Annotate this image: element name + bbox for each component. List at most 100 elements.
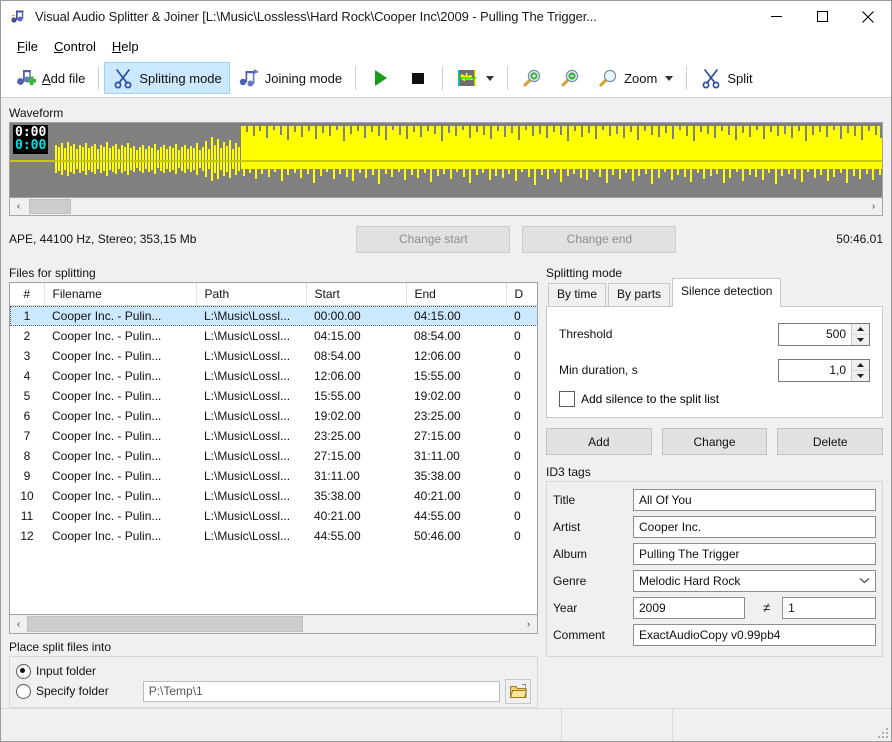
- threshold-value[interactable]: 500: [779, 324, 851, 345]
- add-silence-row[interactable]: Add silence to the split list: [559, 391, 870, 407]
- cell-start: 23:25.00: [314, 429, 361, 443]
- zoom-label: Zoom: [624, 70, 658, 86]
- id3-comment-input[interactable]: ExactAudioCopy v0.99pb4: [633, 623, 876, 646]
- stop-button[interactable]: [399, 62, 437, 94]
- threshold-spinner[interactable]: 500: [778, 322, 870, 346]
- table-row[interactable]: 7 Cooper Inc. - Pulin... L:\Music\Lossl...…: [10, 426, 537, 446]
- waveform-scrollbar[interactable]: ‹ ›: [9, 198, 883, 216]
- menu-control[interactable]: Control: [46, 36, 104, 57]
- files-scrollbar[interactable]: ‹ ›: [9, 615, 538, 634]
- table-row[interactable]: 6 Cooper Inc. - Pulin... L:\Music\Lossl...…: [10, 406, 537, 426]
- input-folder-option[interactable]: Input folder: [16, 661, 531, 681]
- min-duration-spin-up[interactable]: [852, 359, 869, 371]
- table-row[interactable]: 5 Cooper Inc. - Pulin... L:\Music\Lossl...…: [10, 386, 537, 406]
- menu-file-label: ile: [24, 38, 38, 54]
- split-button[interactable]: Split: [692, 62, 760, 94]
- change-start-button[interactable]: Change start: [356, 225, 511, 253]
- add-button[interactable]: Add: [546, 428, 652, 455]
- cell-filename: Cooper Inc. - Pulin...: [44, 305, 196, 326]
- cell-start: 12:06.00: [314, 369, 361, 383]
- table-row[interactable]: 11 Cooper Inc. - Pulin... L:\Music\Lossl..…: [10, 506, 537, 526]
- column-header-path[interactable]: Path: [196, 283, 307, 306]
- toolbar: Add file Splitting mode Joining mode Zoo…: [1, 59, 891, 98]
- id3-album-input[interactable]: Pulling The Trigger: [633, 542, 876, 565]
- tab-silence-detection[interactable]: Silence detection: [672, 278, 782, 307]
- input-folder-radio[interactable]: [16, 663, 31, 679]
- minimize-button[interactable]: [753, 1, 799, 32]
- delete-button[interactable]: Delete: [777, 428, 884, 455]
- id3-year-input[interactable]: 2009: [633, 596, 745, 619]
- waveform-scroll-thumb[interactable]: [29, 199, 71, 214]
- column-header-end[interactable]: End: [406, 283, 507, 306]
- waveform-display[interactable]: 0:00 0:00: [9, 122, 883, 198]
- files-scroll-left-arrow[interactable]: ‹: [10, 615, 27, 633]
- id3-title-input[interactable]: All Of You: [633, 488, 876, 511]
- content-area: Waveform 0:00 0:00 ‹ › APE, 44100 Hz, St…: [1, 98, 891, 708]
- browse-folder-button[interactable]: [505, 678, 531, 704]
- table-row[interactable]: 4 Cooper Inc. - Pulin... L:\Music\Lossl...…: [10, 366, 537, 386]
- waveform-scroll-track[interactable]: [27, 198, 865, 215]
- folder-path-input[interactable]: P:\Temp\1: [142, 680, 500, 702]
- waveform-view-button[interactable]: [448, 62, 502, 94]
- waveform-view-dropdown-caret[interactable]: [486, 75, 495, 81]
- menu-file[interactable]: File: [9, 36, 46, 57]
- cell-duration: 0: [514, 429, 521, 443]
- chevron-down-icon[interactable]: [859, 575, 870, 587]
- maximize-button[interactable]: [799, 1, 845, 32]
- table-row[interactable]: 3 Cooper Inc. - Pulin... L:\Music\Lossl...…: [10, 346, 537, 366]
- id3-artist-input[interactable]: Cooper Inc.: [633, 515, 876, 538]
- table-row[interactable]: 12 Cooper Inc. - Pulin... L:\Music\Lossl..…: [10, 526, 537, 546]
- threshold-spin-buttons: [851, 323, 869, 345]
- waveform-scroll-left-arrow[interactable]: ‹: [10, 198, 27, 215]
- joining-mode-icon: [238, 67, 260, 89]
- cell-end: 27:15.00: [414, 429, 461, 443]
- column-header-number[interactable]: #: [10, 283, 45, 306]
- specify-folder-radio[interactable]: [16, 683, 31, 699]
- menu-help[interactable]: Help: [104, 36, 147, 57]
- add-file-button[interactable]: Add file: [7, 62, 93, 94]
- menu-control-label: ontrol: [63, 38, 96, 54]
- zoom-out-button[interactable]: [551, 62, 589, 94]
- column-header-duration[interactable]: D: [506, 283, 537, 306]
- cell-filename: Cooper Inc. - Pulin...: [52, 389, 162, 403]
- zoom-in-icon: [521, 67, 543, 89]
- zoom-button[interactable]: Zoom: [589, 62, 681, 94]
- column-header-filename[interactable]: Filename: [44, 283, 197, 306]
- waveform-scroll-right-arrow[interactable]: ›: [865, 198, 882, 215]
- threshold-spin-down[interactable]: [852, 334, 869, 345]
- files-scroll-track[interactable]: [27, 615, 520, 633]
- cell-num: 5: [23, 389, 31, 403]
- id3-track-input[interactable]: 1: [782, 596, 876, 619]
- cell-path: L:\Music\Lossl...: [204, 409, 291, 423]
- threshold-spin-up[interactable]: [852, 323, 869, 335]
- toolbar-separator-3: [442, 66, 444, 90]
- files-scroll-right-arrow[interactable]: ›: [520, 615, 537, 633]
- files-scroll-thumb[interactable]: [27, 616, 303, 632]
- zoom-dropdown-caret[interactable]: [665, 75, 674, 81]
- files-table-container[interactable]: # Filename Path Start End D 1 Cooper Inc.…: [9, 282, 538, 615]
- id3-genre-value: Melodic Hard Rock: [639, 573, 741, 588]
- application-window: Visual Audio Splitter & Joiner [L:\Music…: [0, 0, 892, 742]
- play-button[interactable]: [361, 62, 399, 94]
- change-end-button[interactable]: Change end: [522, 225, 677, 253]
- table-row[interactable]: 10 Cooper Inc. - Pulin... L:\Music\Lossl..…: [10, 486, 537, 506]
- table-row[interactable]: 9 Cooper Inc. - Pulin... L:\Music\Lossl...…: [10, 466, 537, 486]
- min-duration-spin-down[interactable]: [852, 370, 869, 381]
- id3-year-row: Year 2009 ≠ 1: [553, 594, 876, 621]
- table-row[interactable]: 1 Cooper Inc. - Pulin... L:\Music\Lossl...…: [10, 305, 537, 326]
- splitting-mode-button[interactable]: Splitting mode: [104, 62, 230, 94]
- files-table-body: 1 Cooper Inc. - Pulin... L:\Music\Lossl...…: [10, 305, 537, 547]
- table-row[interactable]: 8 Cooper Inc. - Pulin... L:\Music\Lossl...…: [10, 446, 537, 466]
- table-row[interactable]: 2 Cooper Inc. - Pulin... L:\Music\Lossl...…: [10, 326, 537, 346]
- id3-genre-select[interactable]: Melodic Hard Rock: [633, 569, 876, 592]
- add-silence-checkbox[interactable]: [559, 391, 575, 407]
- change-button[interactable]: Change: [661, 428, 768, 455]
- resize-grip[interactable]: [876, 726, 888, 738]
- min-duration-value[interactable]: 1,0: [779, 360, 851, 381]
- close-button[interactable]: [845, 1, 891, 32]
- zoom-in-button[interactable]: [513, 62, 551, 94]
- specify-folder-option[interactable]: Specify folder P:\Temp\1: [16, 678, 531, 704]
- min-duration-spinner[interactable]: 1,0: [778, 358, 870, 382]
- column-header-start[interactable]: Start: [306, 283, 407, 306]
- joining-mode-button[interactable]: Joining mode: [230, 62, 350, 94]
